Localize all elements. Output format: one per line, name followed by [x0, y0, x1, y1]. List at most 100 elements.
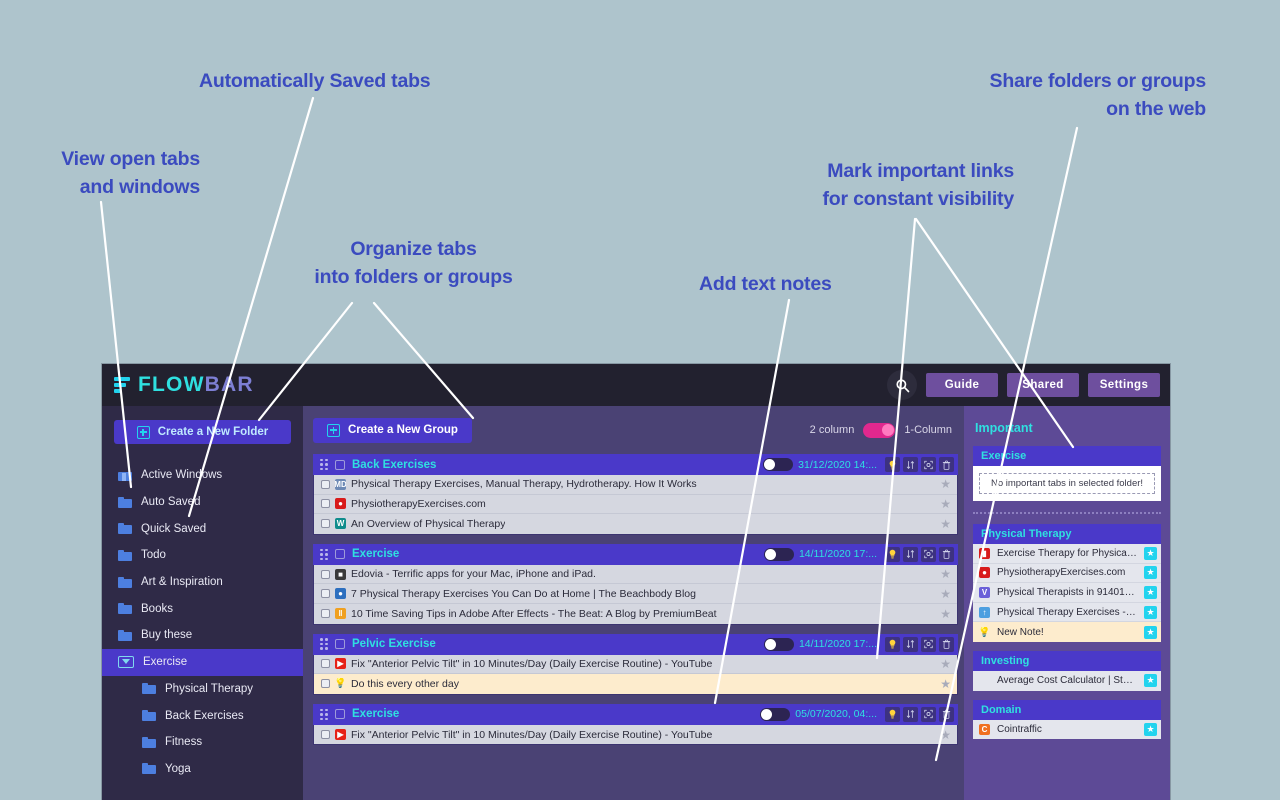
tab-row[interactable]: W An Overview of Physical Therapy ★: [314, 514, 957, 534]
sidebar-item-buy-these[interactable]: Buy these: [102, 622, 303, 649]
group-collapse-toggle[interactable]: [763, 637, 794, 651]
tab-checkbox[interactable]: [321, 499, 330, 509]
column-layout-toggle[interactable]: 2 column 1-Column: [810, 422, 952, 438]
sort-icon[interactable]: [903, 457, 918, 472]
tab-row[interactable]: MD Physical Therapy Exercises, Manual The…: [314, 475, 957, 495]
tab-row[interactable]: ▶ Fix "Anterior Pelvic Tilt" in 10 Minute…: [314, 725, 957, 745]
important-item-row[interactable]: ▮ Exercise Therapy for Physical T... ★: [973, 544, 1161, 564]
star-icon[interactable]: ★: [940, 497, 951, 511]
tab-checkbox[interactable]: [321, 589, 330, 599]
drag-handle-icon[interactable]: [320, 638, 328, 650]
group-collapse-toggle[interactable]: [760, 707, 791, 721]
sidebar-item-quick-saved[interactable]: Quick Saved: [102, 515, 303, 542]
tab-checkbox[interactable]: [321, 679, 330, 689]
important-section-title[interactable]: Domain: [973, 699, 1161, 720]
important-section: Exercise No important tabs in selected fo…: [973, 446, 1161, 501]
sidebar-item-back-exercises[interactable]: Back Exercises: [102, 702, 303, 729]
shared-button[interactable]: Shared: [1007, 373, 1079, 397]
important-section-title[interactable]: Physical Therapy: [973, 524, 1161, 544]
tab-checkbox[interactable]: [321, 569, 330, 579]
tab-group-header[interactable]: Pelvic Exercise 14/11/2020 17:...: [313, 633, 958, 655]
share-icon[interactable]: [921, 457, 936, 472]
trash-icon[interactable]: [939, 636, 954, 652]
group-checkbox[interactable]: [335, 549, 345, 560]
star-icon[interactable]: ★: [940, 607, 951, 621]
tab-checkbox[interactable]: [321, 730, 330, 740]
star-icon[interactable]: ★: [940, 477, 951, 491]
tab-row[interactable]: ● PhysiotherapyExercises.com ★: [314, 495, 957, 515]
settings-button[interactable]: Settings: [1088, 373, 1160, 397]
tab-group-header[interactable]: Exercise 05/07/2020, 04:...: [313, 703, 958, 725]
share-icon[interactable]: [921, 706, 936, 722]
star-icon[interactable]: ★: [940, 567, 951, 581]
important-star-icon[interactable]: ★: [1144, 546, 1157, 560]
important-star-icon[interactable]: ★: [1144, 674, 1157, 688]
note-icon[interactable]: [885, 706, 900, 722]
sidebar-item-fitness[interactable]: Fitness: [102, 729, 303, 756]
sidebar-item-yoga[interactable]: Yoga: [102, 756, 303, 783]
sidebar-item-physical-therapy[interactable]: Physical Therapy: [102, 676, 303, 703]
important-star-icon[interactable]: ★: [1144, 625, 1157, 639]
tab-checkbox[interactable]: [321, 479, 330, 489]
share-icon[interactable]: [921, 636, 936, 652]
share-icon[interactable]: [921, 546, 936, 562]
favicon-icon: ▮: [979, 547, 990, 559]
important-note-row[interactable]: 💡 New Note! ★: [973, 622, 1161, 642]
important-item-row[interactable]: ↑ Physical Therapy Exercises - Ph... ★: [973, 603, 1161, 623]
drag-handle-icon[interactable]: [320, 708, 328, 720]
star-icon[interactable]: ★: [940, 587, 951, 601]
search-icon[interactable]: [887, 370, 917, 400]
note-icon[interactable]: [885, 636, 900, 652]
trash-icon[interactable]: [939, 706, 954, 722]
important-item-row[interactable]: Average Cost Calculator | Stock... ★: [973, 671, 1161, 691]
tab-group-header[interactable]: Back Exercises 31/12/2020 14:...: [313, 454, 958, 475]
star-icon[interactable]: ★: [940, 677, 951, 691]
note-icon[interactable]: [885, 546, 900, 562]
important-star-icon[interactable]: ★: [1144, 722, 1157, 736]
sidebar-item-art-inspiration[interactable]: Art & Inspiration: [102, 569, 303, 596]
tab-row[interactable]: ● 7 Physical Therapy Exercises You Can Do…: [314, 584, 957, 604]
important-item-row[interactable]: ● PhysiotherapyExercises.com ★: [973, 564, 1161, 584]
tab-checkbox[interactable]: [321, 609, 330, 619]
tab-group-actions: 05/07/2020, 04:...: [760, 706, 954, 722]
tab-group-header[interactable]: Exercise 14/11/2020 17:...: [313, 543, 958, 565]
sidebar-item-auto-saved[interactable]: Auto Saved: [102, 489, 303, 516]
star-icon[interactable]: ★: [940, 657, 951, 671]
create-new-folder-button[interactable]: Create a New Folder: [114, 420, 291, 444]
group-checkbox[interactable]: [335, 639, 345, 650]
star-icon[interactable]: ★: [940, 728, 951, 742]
column-toggle-switch[interactable]: [863, 422, 896, 438]
group-checkbox[interactable]: [335, 709, 345, 720]
sidebar-item-exercise[interactable]: Exercise: [102, 648, 303, 676]
important-star-icon[interactable]: ★: [1144, 585, 1157, 599]
tab-checkbox[interactable]: [321, 519, 330, 529]
tab-row[interactable]: ▶ Fix "Anterior Pelvic Tilt" in 10 Minute…: [314, 655, 957, 675]
sort-icon[interactable]: [903, 636, 918, 652]
important-star-icon[interactable]: ★: [1144, 605, 1157, 619]
create-new-group-button[interactable]: Create a New Group: [313, 417, 472, 443]
note-row[interactable]: 💡 Do this every other day ★: [314, 674, 957, 694]
tab-row[interactable]: ■ Edovia - Terrific apps for your Mac, iP…: [314, 565, 957, 585]
important-star-icon[interactable]: ★: [1144, 566, 1157, 580]
group-collapse-toggle[interactable]: [763, 458, 794, 471]
drag-handle-icon[interactable]: [320, 548, 328, 561]
star-icon[interactable]: ★: [940, 517, 951, 531]
drag-handle-icon[interactable]: [320, 458, 328, 471]
trash-icon[interactable]: [939, 457, 954, 472]
group-checkbox[interactable]: [335, 459, 345, 470]
guide-button[interactable]: Guide: [926, 373, 998, 397]
tab-row[interactable]: ‖ 10 Time Saving Tips in Adobe After Effe…: [314, 604, 957, 624]
sidebar-item-todo[interactable]: Todo: [102, 542, 303, 569]
sidebar-item-books[interactable]: Books: [102, 595, 303, 622]
trash-icon[interactable]: [939, 546, 954, 562]
important-item-row[interactable]: V Physical Therapists in 91401 - V... ★: [973, 583, 1161, 603]
important-item-row[interactable]: C Cointraffic ★: [973, 720, 1161, 740]
sidebar-item-active-windows[interactable]: Active Windows?: [102, 462, 303, 489]
important-section-title[interactable]: Investing: [973, 650, 1161, 671]
group-collapse-toggle[interactable]: [763, 547, 794, 561]
note-icon[interactable]: [885, 457, 900, 472]
tab-checkbox[interactable]: [321, 659, 330, 669]
sort-icon[interactable]: [903, 546, 918, 562]
important-section-title[interactable]: Exercise: [973, 446, 1161, 466]
sort-icon[interactable]: [903, 706, 918, 722]
